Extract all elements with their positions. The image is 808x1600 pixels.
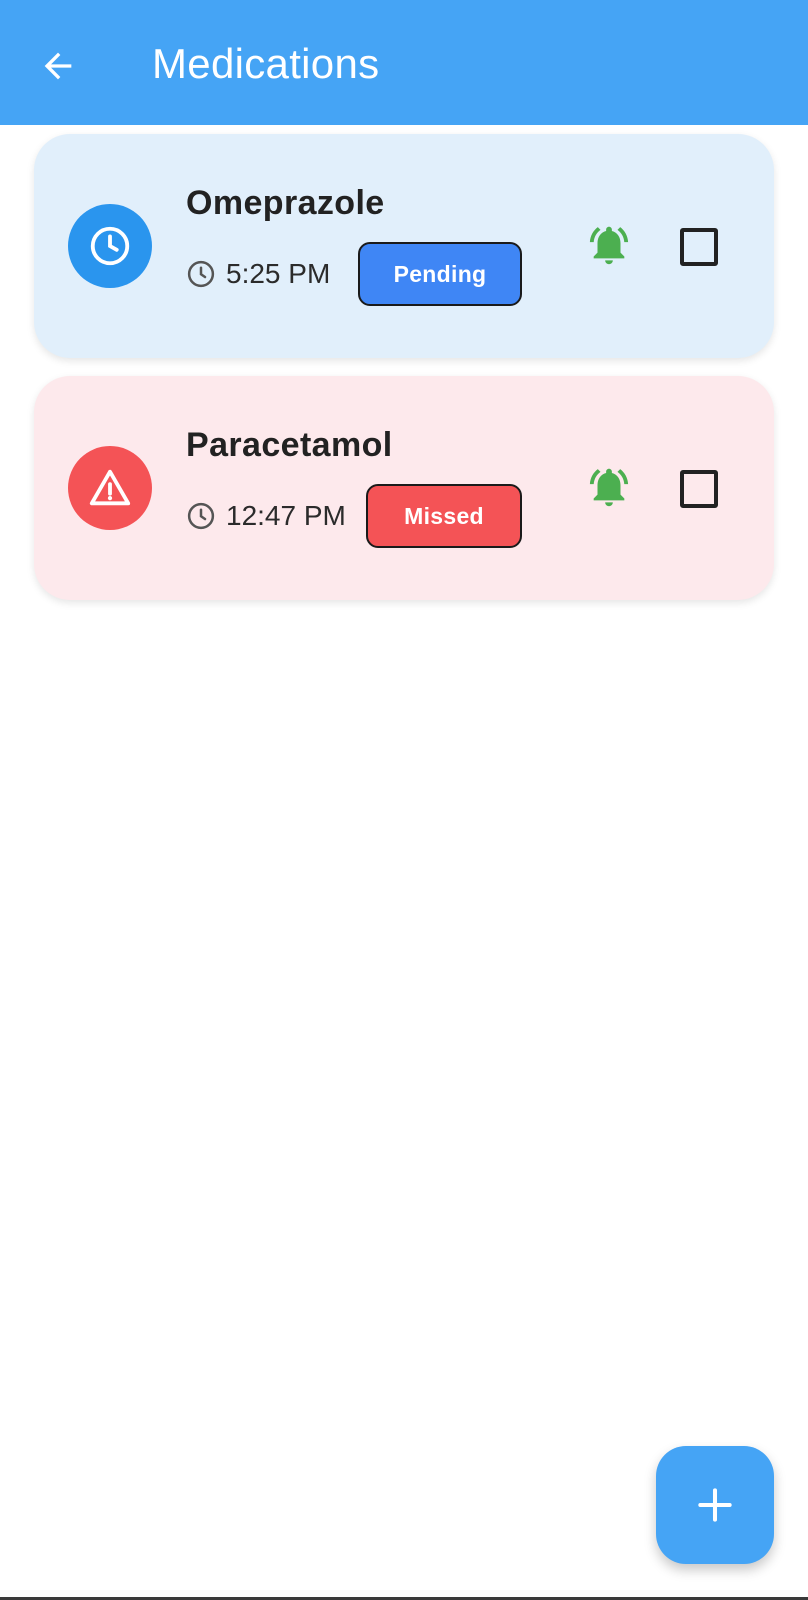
clock-icon: [186, 259, 216, 289]
taken-checkbox[interactable]: [680, 228, 718, 266]
time-row: 12:47 PM: [186, 498, 346, 534]
warning-icon: [89, 469, 131, 506]
clock-icon: [90, 226, 130, 266]
app-bar: Medications: [0, 0, 808, 125]
status-indicator: [68, 446, 152, 530]
medication-card[interactable]: Omeprazole 5:25 PM Pending: [34, 134, 774, 358]
alarm-bell-icon: [589, 226, 629, 265]
arrow-left-icon: [44, 52, 72, 80]
clock-icon: [186, 501, 216, 531]
status-badge: Pending: [358, 242, 522, 306]
taken-checkbox[interactable]: [680, 470, 718, 508]
medication-name: Omeprazole: [186, 184, 385, 222]
back-button[interactable]: [36, 44, 80, 88]
medication-name: Paracetamol: [186, 426, 393, 464]
alarm-bell-icon: [589, 468, 629, 507]
alarm-button[interactable]: [584, 220, 634, 270]
status-indicator: [68, 204, 152, 288]
medication-time: 5:25 PM: [226, 258, 331, 289]
status-badge: Missed: [366, 484, 522, 548]
plus-icon: [698, 1488, 732, 1522]
medication-card[interactable]: Paracetamol 12:47 PM Missed: [34, 376, 774, 600]
add-medication-button[interactable]: [656, 1446, 774, 1564]
alarm-button[interactable]: [584, 462, 634, 512]
time-row: 5:25 PM: [186, 256, 330, 292]
medication-time: 12:47 PM: [226, 500, 346, 531]
page-title: Medications: [152, 40, 380, 87]
